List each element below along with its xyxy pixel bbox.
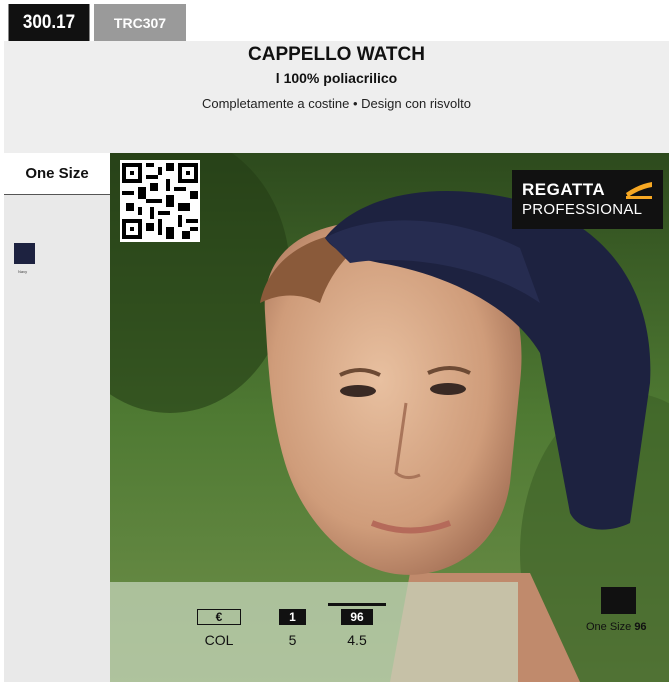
packing-count: 96 <box>634 621 647 633</box>
brand-logo-line2: PROFESSIONAL <box>522 201 643 218</box>
product-info-panel: € COL 1 5 96 4.5 <box>110 582 518 682</box>
brand-logo-line1: REGATTA <box>522 180 606 199</box>
weight-value: 4.5 <box>347 632 367 648</box>
weight-bar <box>328 603 386 606</box>
qr-code[interactable] <box>120 160 200 242</box>
packing-size: One Size <box>586 621 632 633</box>
product-description: Completamente a costine • Design con ris… <box>201 96 471 111</box>
qty-value: 5 <box>288 632 297 648</box>
product-code: 300.17 <box>8 4 90 41</box>
carton-icon <box>601 587 636 614</box>
qr-code-icon <box>122 163 198 239</box>
weight-badge: 96 <box>341 609 373 625</box>
price-label: COL <box>204 632 234 648</box>
qty-badge: 1 <box>279 609 306 625</box>
price-icon-box: € <box>197 609 241 625</box>
brand-logo: REGATTA PROFESSIONAL <box>512 170 663 229</box>
product-reference: TRC307 <box>94 4 186 41</box>
size-sidebar <box>4 153 110 682</box>
product-title: CAPPELLO WATCH <box>248 44 425 65</box>
colour-swatch-navy <box>14 243 35 264</box>
colour-swatch-label: Navy <box>18 269 28 274</box>
size-header: One Size <box>4 153 110 195</box>
packing-label: One Size 96 <box>586 621 647 633</box>
brand-swoosh-icon <box>626 182 652 199</box>
product-material: l 100% poliacrilico <box>275 70 398 86</box>
